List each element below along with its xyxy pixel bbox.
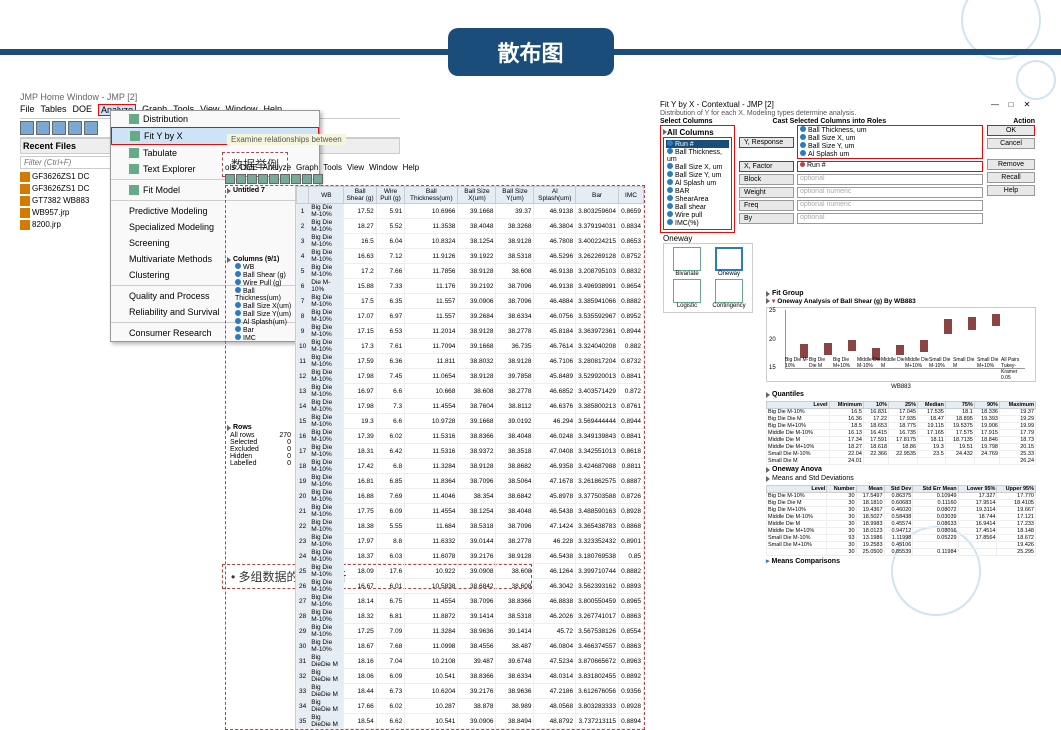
window-title: JMP Home Window - JMP [2] — [20, 92, 400, 102]
dw-toolbar — [225, 173, 645, 185]
table-name[interactable]: Untitled 7 — [233, 187, 265, 194]
tooltip: Examine relationships between — [227, 134, 346, 145]
minimize-icon[interactable]: — — [987, 100, 1003, 109]
tool-icon[interactable] — [313, 174, 323, 184]
anova-table: LevelNumberMeanStd DevStd Err MeanLower … — [766, 485, 1036, 556]
column-item[interactable]: IMC — [227, 334, 294, 342]
maximize-icon[interactable]: □ — [1003, 100, 1019, 109]
help-button[interactable]: Help — [987, 185, 1035, 196]
fit-icon — [130, 131, 140, 141]
model-icon — [129, 185, 139, 195]
fit-title: Fit Y by X - Contextual - JMP [2] — [660, 100, 774, 109]
recall-button[interactable]: Recall — [987, 172, 1035, 183]
column-item[interactable]: Al Splash(um) — [227, 318, 294, 326]
toolbar-icon[interactable] — [68, 121, 82, 135]
contingency-cell[interactable]: Contingency — [709, 279, 749, 309]
tabulate-icon — [129, 148, 139, 158]
cancel-button[interactable]: Cancel — [987, 138, 1035, 149]
fit-column[interactable]: Ball Size Y, um — [666, 171, 729, 179]
select-columns: All Columns Run #Ball Thickness, umBall … — [660, 125, 735, 233]
toolbar-icon[interactable] — [84, 121, 98, 135]
fit-column[interactable]: Ball Size X, um — [666, 163, 729, 171]
by-button[interactable]: By — [739, 213, 794, 224]
toolbar-icon[interactable] — [52, 121, 66, 135]
tool-icon[interactable] — [225, 174, 235, 184]
column-item[interactable]: Ball Thickness(um) — [227, 287, 294, 302]
fit-column[interactable]: Ball shear — [666, 203, 729, 211]
data-window: olsDOEAnalyzeGraphToolsViewWindowHelp Un… — [225, 162, 645, 730]
column-item[interactable]: WB — [227, 263, 294, 271]
text-icon — [129, 164, 139, 174]
toolbar-icon[interactable] — [36, 121, 50, 135]
x-factor-box[interactable]: Run # — [797, 161, 983, 172]
column-item[interactable]: Ball Size Y(um) — [227, 310, 294, 318]
tool-icon[interactable] — [269, 174, 279, 184]
file-icon — [20, 220, 30, 230]
menu-tables[interactable]: Tables — [41, 104, 67, 116]
remove-button[interactable]: Remove — [987, 159, 1035, 170]
menu-file[interactable]: File — [20, 104, 35, 116]
logistic-cell[interactable]: Logistic — [667, 279, 707, 309]
toolbar-icon[interactable] — [20, 121, 34, 135]
column-item[interactable]: Ball Size X(um) — [227, 302, 294, 310]
freq-button[interactable]: Freq — [739, 200, 794, 211]
fit-description: Distribution of Y for each X. Modeling t… — [660, 109, 1035, 118]
tool-icon[interactable] — [258, 174, 268, 184]
menu-doe[interactable]: DOE — [73, 104, 93, 116]
column-item[interactable]: Wire Pull (g) — [227, 279, 294, 287]
y-response-button[interactable]: Y, Response — [739, 137, 794, 148]
fit-column[interactable]: BAR — [666, 187, 729, 195]
bivariate-cell[interactable]: Bivariate — [667, 247, 707, 277]
columns-header[interactable]: Columns (9/1) — [233, 256, 279, 263]
cast-roles: Y, ResponseBall Thickness, umBall Size X… — [739, 125, 983, 233]
rows-header[interactable]: Rows — [233, 424, 252, 431]
ok-button[interactable]: OK — [987, 125, 1035, 136]
chart-output: Fit Group ▾Oneway Analysis of Ball Shear… — [766, 290, 1036, 566]
box-plot-chart[interactable]: 252015 Big Die M-10%Big Die Die MBig Die… — [766, 307, 1036, 382]
fit-column[interactable]: Wire pull — [666, 211, 729, 219]
file-icon — [20, 172, 30, 182]
tool-icon[interactable] — [302, 174, 312, 184]
data-table[interactable]: WBBall Shear (g)Wire Pull (g)Ball Thickn… — [296, 186, 644, 729]
y-response-box[interactable]: Ball Thickness, umBall Size X, umBall Si… — [797, 125, 983, 159]
fit-dialog: Fit Y by X - Contextual - JMP [2] —□✕ Di… — [660, 100, 1035, 233]
weight-button[interactable]: Weight — [739, 187, 794, 198]
side-panel: Untitled 7 Columns (9/1) WBBall Shear (g… — [226, 186, 296, 729]
fit-column[interactable]: Ball Thickness, um — [666, 148, 729, 163]
page-banner: 散布图 — [0, 28, 1061, 76]
distribution-icon — [129, 114, 139, 124]
close-icon[interactable]: ✕ — [1019, 100, 1035, 109]
tool-icon[interactable] — [236, 174, 246, 184]
fit-column[interactable]: Al Splash um — [666, 179, 729, 187]
file-icon — [20, 196, 30, 206]
file-icon — [20, 184, 30, 194]
tool-icon[interactable] — [280, 174, 290, 184]
quantiles-table: LevelMinimum10%25%Median75%90%MaximumBig… — [766, 401, 1036, 465]
column-item[interactable]: Bar — [227, 326, 294, 334]
block-button[interactable]: Block — [739, 174, 794, 185]
oneway-panel: Oneway Bivariate Oneway Logistic Conting… — [663, 234, 753, 313]
menu-distribution[interactable]: Distribution — [111, 111, 319, 127]
tool-icon[interactable] — [247, 174, 257, 184]
tool-icon[interactable] — [291, 174, 301, 184]
action-buttons: OK Cancel Remove Recall Help — [987, 125, 1035, 233]
banner-title: 散布图 — [448, 28, 614, 76]
dw-menu: olsDOEAnalyzeGraphToolsViewWindowHelp — [225, 162, 645, 173]
fit-column[interactable]: Run # — [666, 140, 729, 148]
fit-column[interactable]: ShearArea — [666, 195, 729, 203]
column-item[interactable]: Ball Shear (g) — [227, 271, 294, 279]
file-icon — [20, 208, 30, 218]
x-factor-button[interactable]: X, Factor — [739, 161, 794, 172]
fit-column[interactable]: IMC(%) — [666, 219, 729, 227]
oneway-cell[interactable]: Oneway — [709, 247, 749, 277]
